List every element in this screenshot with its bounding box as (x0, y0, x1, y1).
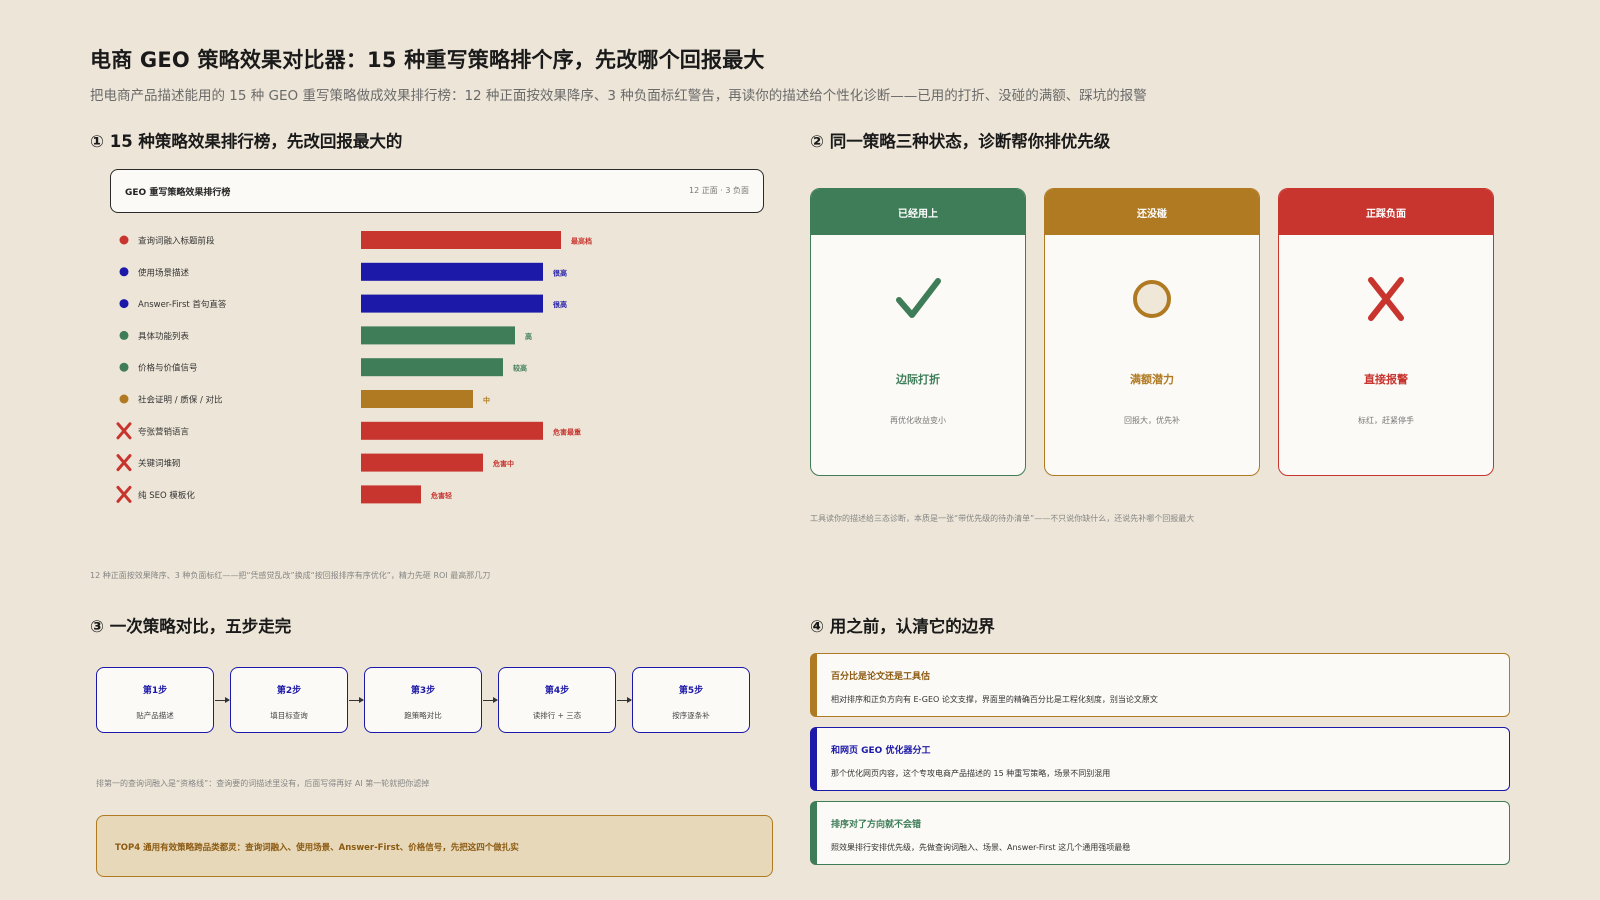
bar-category-label: 夸张营销语言 (138, 426, 190, 437)
step-title: 第4步 (544, 686, 570, 696)
arrow-right-icon (349, 697, 364, 703)
step-2: 第2步 填目标查询 (230, 667, 348, 733)
bar-value-label: 较高 (513, 364, 527, 373)
bar-category-label: Answer-First 首句直答 (138, 299, 227, 310)
boundary-card-title: 排序对了方向就不会错 (831, 820, 922, 830)
bar-value-label: 最高档 (571, 237, 592, 246)
bar-value-label: 很高 (552, 300, 567, 309)
ranking-panel-title: GEO 重写策略效果排行榜 (125, 188, 231, 198)
status-card-untouched-label: 满额潜力 (1130, 373, 1174, 386)
page-subtitle: 把电商产品描述能用的 15 种 GEO 重写策略做成效果排行榜：12 种正面按效… (90, 88, 1147, 104)
step-desc: 读排行 + 三态 (532, 711, 582, 720)
bar-value-label: 很高 (552, 268, 567, 277)
top4-callout: TOP4 通用有效策略跨品类都灵：查询词融入、使用场景、Answer-First… (96, 815, 773, 877)
boundary-card-order: 排序对了方向就不会错 照效果排行安排优先级，先做查询词融入、场景、Answer-… (810, 801, 1510, 865)
section1-heading: ① 15 种策略效果排行榜，先改回报最大的 (90, 132, 403, 151)
boundary-card-desc: 那个优化网页内容，这个专攻电商产品描述的 15 种重写策略，场景不同别混用 (831, 769, 1111, 778)
bar-value-label: 高 (525, 332, 532, 341)
boundary-card-division: 和网页 GEO 优化器分工 那个优化网页内容，这个专攻电商产品描述的 15 种重… (810, 727, 1510, 791)
boundary-card-desc: 照效果排行安排优先级，先做查询词融入、场景、Answer-First 这几个通用… (831, 843, 1131, 852)
bar-value-label: 危害轻 (430, 491, 452, 500)
section4-heading: ④ 用之前，认清它的边界 (810, 617, 995, 636)
negative-cross-icon (116, 454, 132, 472)
positive-dot-icon (119, 362, 129, 372)
step-desc: 跑策略对比 (404, 711, 442, 720)
bar-category-label: 具体功能列表 (138, 331, 190, 342)
step-title: 第5步 (678, 686, 704, 696)
cross-icon (1279, 275, 1493, 323)
page-title: 电商 GEO 策略效果对比器：15 种重写策略排个序，先改哪个回报最大 (90, 48, 765, 72)
arrow-right-icon (483, 697, 498, 703)
arrow-right-icon (215, 697, 230, 703)
ranking-panel-header: GEO 重写策略效果排行榜 12 正面 · 3 负面 (110, 169, 764, 213)
status-card-used: 已经用上 边际打折 再优化收益变小 (810, 188, 1026, 476)
status-card-used-note: 再优化收益变小 (890, 416, 946, 425)
status-card-negative: 正踩负面 直接报警 标红，赶紧停手 (1278, 188, 1494, 476)
positive-dot-icon (119, 299, 129, 309)
bar-1 (361, 262, 543, 281)
step-desc: 贴产品描述 (136, 711, 174, 720)
section2-heading: ② 同一策略三种状态，诊断帮你排优先级 (810, 132, 1111, 151)
bar-7 (361, 453, 483, 472)
step-desc: 填目标查询 (270, 711, 308, 720)
step-title: 第3步 (410, 686, 436, 696)
positive-dot-icon (119, 235, 129, 245)
bar-category-label: 纯 SEO 模板化 (138, 490, 195, 501)
status-card-negative-label: 直接报警 (1364, 373, 1408, 386)
positive-dot-icon (119, 330, 129, 340)
top4-callout-text: TOP4 通用有效策略跨品类都灵：查询词融入、使用场景、Answer-First… (115, 843, 519, 853)
bar-2 (361, 294, 543, 313)
bar-category-label: 使用场景描述 (138, 267, 190, 278)
bar-value-label: 危害最重 (552, 427, 581, 436)
bar-5 (361, 390, 473, 408)
section1-footnote: 12 种正面按效果降序、3 种负面标红——把“凭感觉乱改”换成“按回报排序有序优… (90, 571, 491, 580)
bar-8 (361, 485, 421, 504)
boundary-card-percentage: 百分比是论文还是工具估 相对排序和正负方向有 E-GEO 论文支撑，界面里的精确… (810, 653, 1510, 717)
bar-3 (361, 326, 515, 345)
step-title: 第1步 (142, 686, 168, 696)
status-card-negative-note: 标红，赶紧停手 (1358, 416, 1414, 425)
bar-category-label: 价格与价值信号 (138, 363, 198, 374)
bar-4 (361, 358, 503, 377)
bar-6 (361, 421, 543, 440)
negative-cross-icon (116, 422, 132, 440)
section2-footnote: 工具读你的描述给三态诊断，本质是一张“带优先级的待办清单”——不只说你缺什么，还… (810, 514, 1195, 523)
step-desc: 按序逐条补 (672, 711, 710, 720)
strategy-ranking-chart: 查询词融入标题前段 最高档使用场景描述 很高Answer-First 首句直答 很高具… (116, 231, 592, 504)
boundary-card-title: 和网页 GEO 优化器分工 (831, 746, 931, 756)
negative-cross-icon (116, 485, 132, 503)
bar-category-label: 社会证明 / 质保 / 对比 (138, 395, 223, 406)
step-1: 第1步 贴产品描述 (96, 667, 214, 733)
arrow-right-icon (617, 697, 632, 703)
status-card-untouched-note: 回报大，优先补 (1124, 416, 1180, 425)
status-card-used-label: 边际打折 (896, 373, 940, 386)
bar-value-label: 中 (483, 396, 490, 405)
boundary-card-title: 百分比是论文还是工具估 (831, 672, 931, 682)
step-5: 第5步 按序逐条补 (632, 667, 750, 733)
bar-category-label: 查询词融入标题前段 (138, 236, 215, 247)
section3-note: 排第一的查询词融入是“资格线”：查询要的词描述里没有，后面写得再好 AI 第一轮… (96, 779, 430, 788)
boundary-card-desc: 相对排序和正负方向有 E-GEO 论文支撑，界面里的精确百分比是工程化刻度，别当… (831, 695, 1158, 704)
status-card-used-head: 已经用上 (811, 189, 1025, 235)
bar-0 (361, 231, 561, 249)
positive-dot-icon (119, 394, 129, 404)
step-4: 第4步 读排行 + 三态 (498, 667, 616, 733)
circle-icon (1045, 275, 1259, 323)
section3-heading: ③ 一次策略对比，五步走完 (90, 617, 292, 636)
bar-category-label: 关键词堆砌 (138, 458, 181, 469)
status-card-negative-head: 正踩负面 (1279, 189, 1493, 235)
status-card-untouched: 还没碰 满额潜力 回报大，优先补 (1044, 188, 1260, 476)
ranking-panel-meta: 12 正面 · 3 负面 (689, 186, 749, 195)
step-title: 第2步 (276, 686, 302, 696)
bar-value-label: 危害中 (492, 459, 514, 468)
step-3: 第3步 跑策略对比 (364, 667, 482, 733)
positive-dot-icon (119, 267, 129, 277)
status-card-untouched-head: 还没碰 (1045, 189, 1259, 235)
check-icon (811, 275, 1025, 323)
